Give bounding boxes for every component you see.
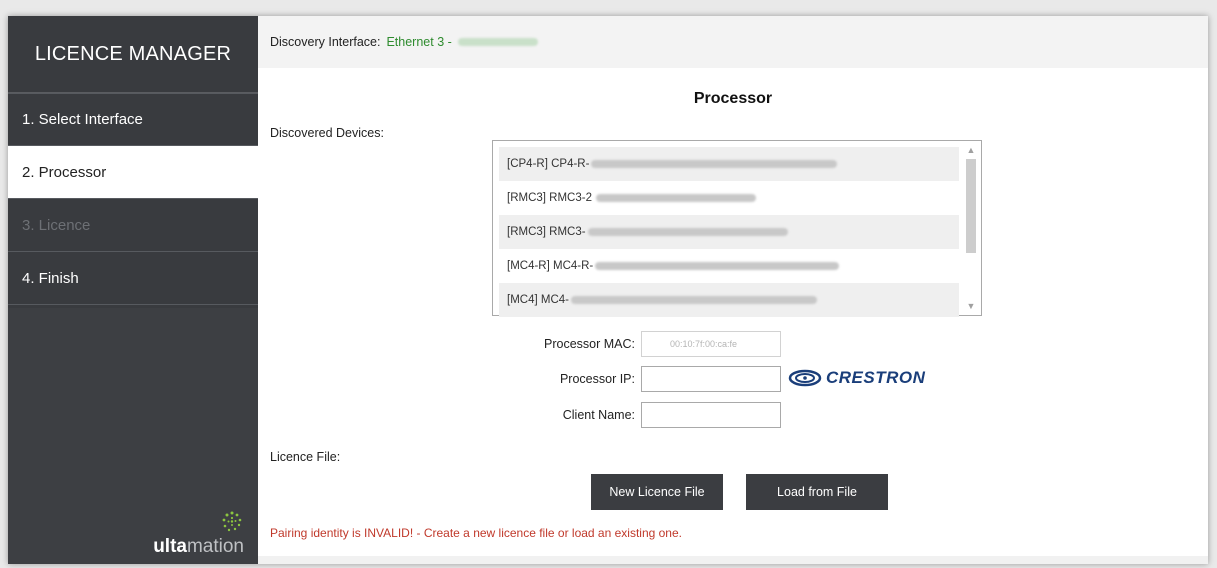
scroll-up-icon[interactable]: ▲ [963,143,979,157]
load-from-file-button[interactable]: Load from File [746,474,888,510]
sidebar-item-label: 1. Select Interface [22,111,143,128]
redacted-text [570,296,817,304]
pairing-error-message: Pairing identity is INVALID! - Create a … [270,526,682,540]
device-list: [CP4-R] CP4-R- [RMC3] RMC3-2 [RMC3] RMC3… [499,147,959,317]
sidebar-item-licence: 3. Licence [8,199,258,252]
ultamation-logo-icon [222,511,242,532]
sidebar-item-label: 3. Licence [22,216,91,234]
discovery-label: Discovery Interface: [270,35,381,49]
processor-ip-label: Processor IP: [559,372,635,386]
processor-ip-input[interactable] [641,366,781,392]
device-list-box[interactable]: [CP4-R] CP4-R- [RMC3] RMC3-2 [RMC3] RMC3… [492,140,982,317]
page-title: Processor [693,90,773,107]
client-name-label: Client Name: [562,408,635,422]
licence-manager-window: LICENCE MANAGER 1. Select Interface 2. P… [8,16,1208,564]
list-item[interactable]: [MC4-R] MC4-R- [499,249,959,283]
list-item[interactable]: [CP4-R] CP4-R- [499,147,959,181]
licence-file-label: Licence File: [270,450,341,464]
discovery-interface-value: Ethernet 3 - [386,35,452,49]
processor-mac-field: 00:10:7f:00:ca:fe [641,331,781,357]
redacted-ip [457,38,538,46]
client-name-row: Client Name: [515,402,781,428]
list-item[interactable]: [MC4] MC4- [499,283,959,317]
main-panel: Discovery Interface: Ethernet 3 - Proces… [258,16,1208,564]
sidebar-item-label: 4. Finish [22,269,79,287]
redacted-text [591,160,838,168]
list-item[interactable]: [RMC3] RMC3- [499,215,959,249]
sidebar-item-processor[interactable]: 2. Processor [8,146,258,199]
processor-mac-label: Processor MAC: [544,337,635,351]
device-list-scrollbar[interactable]: ▲ ▼ [963,143,979,313]
processor-mac-row: Processor MAC: 00:10:7f:00:ca:fe [515,331,781,357]
processor-ip-row: Processor IP: [515,366,781,392]
crestron-logo-text: CRESTRON [826,368,926,387]
logo-text: ultamation [153,536,244,557]
sidebar: LICENCE MANAGER 1. Select Interface 2. P… [8,16,258,564]
sidebar-filler: ultamation [8,308,258,564]
bottom-strip [258,556,1208,564]
discovered-devices-label: Discovered Devices: [270,126,384,140]
discovery-bar: Discovery Interface: Ethernet 3 - [258,16,1208,68]
ultamation-logo: ultamation [153,510,244,558]
sidebar-item-label: 2. Processor [22,163,107,181]
sidebar-item-finish[interactable]: 4. Finish [8,252,258,305]
redacted-text [595,262,840,270]
scroll-thumb[interactable] [966,159,976,253]
crestron-logo: CRESTRON [788,368,925,388]
redacted-text [595,194,756,202]
redacted-text [587,228,788,236]
scroll-down-icon[interactable]: ▼ [963,299,979,313]
app-title: LICENCE MANAGER [8,16,258,93]
crestron-swirl-icon [788,369,822,387]
list-item[interactable]: [RMC3] RMC3-2 [499,181,959,215]
sidebar-item-select-interface[interactable]: 1. Select Interface [8,93,258,146]
new-licence-file-button[interactable]: New Licence File [591,474,723,510]
client-name-input[interactable] [641,402,781,428]
